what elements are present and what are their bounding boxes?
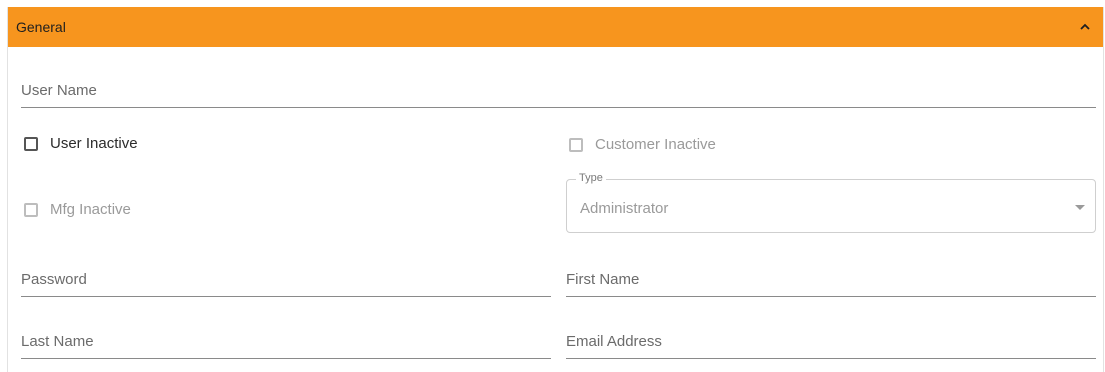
user-inactive-checkbox-row[interactable]: User Inactive	[24, 135, 138, 152]
type-label: Type	[576, 172, 606, 184]
type-select[interactable]: Type Administrator	[566, 172, 1096, 233]
mfg-inactive-checkbox-row[interactable]: Mfg Inactive	[24, 201, 131, 218]
general-section-panel: General User Name User Inactive Customer…	[7, 7, 1104, 372]
mfg-inactive-checkbox[interactable]	[24, 202, 38, 217]
email-address-field[interactable]: Email Address	[566, 325, 1096, 359]
password-field[interactable]: Password	[21, 263, 551, 297]
customer-inactive-checkbox-row[interactable]: Customer Inactive	[569, 136, 716, 153]
last-name-field[interactable]: Last Name	[21, 325, 551, 359]
frame-top	[0, 0, 1105, 7]
first-name-label: First Name	[566, 271, 640, 288]
user-inactive-checkbox[interactable]	[24, 136, 38, 151]
type-selected-value: Administrator	[580, 200, 669, 217]
user-name-label: User Name	[21, 82, 97, 99]
last-name-label: Last Name	[21, 333, 94, 350]
customer-inactive-checkbox[interactable]	[569, 137, 583, 152]
section-header[interactable]: General	[8, 7, 1103, 47]
chevron-down-icon[interactable]	[1075, 205, 1085, 210]
user-inactive-label: User Inactive	[50, 135, 138, 152]
customer-inactive-label: Customer Inactive	[595, 136, 716, 153]
mfg-inactive-label: Mfg Inactive	[50, 201, 131, 218]
chevron-up-icon[interactable]	[1077, 19, 1093, 35]
user-name-field[interactable]: User Name	[21, 74, 1096, 108]
password-label: Password	[21, 271, 87, 288]
email-address-label: Email Address	[566, 333, 662, 350]
first-name-field[interactable]: First Name	[566, 263, 1096, 297]
section-title: General	[16, 19, 66, 35]
